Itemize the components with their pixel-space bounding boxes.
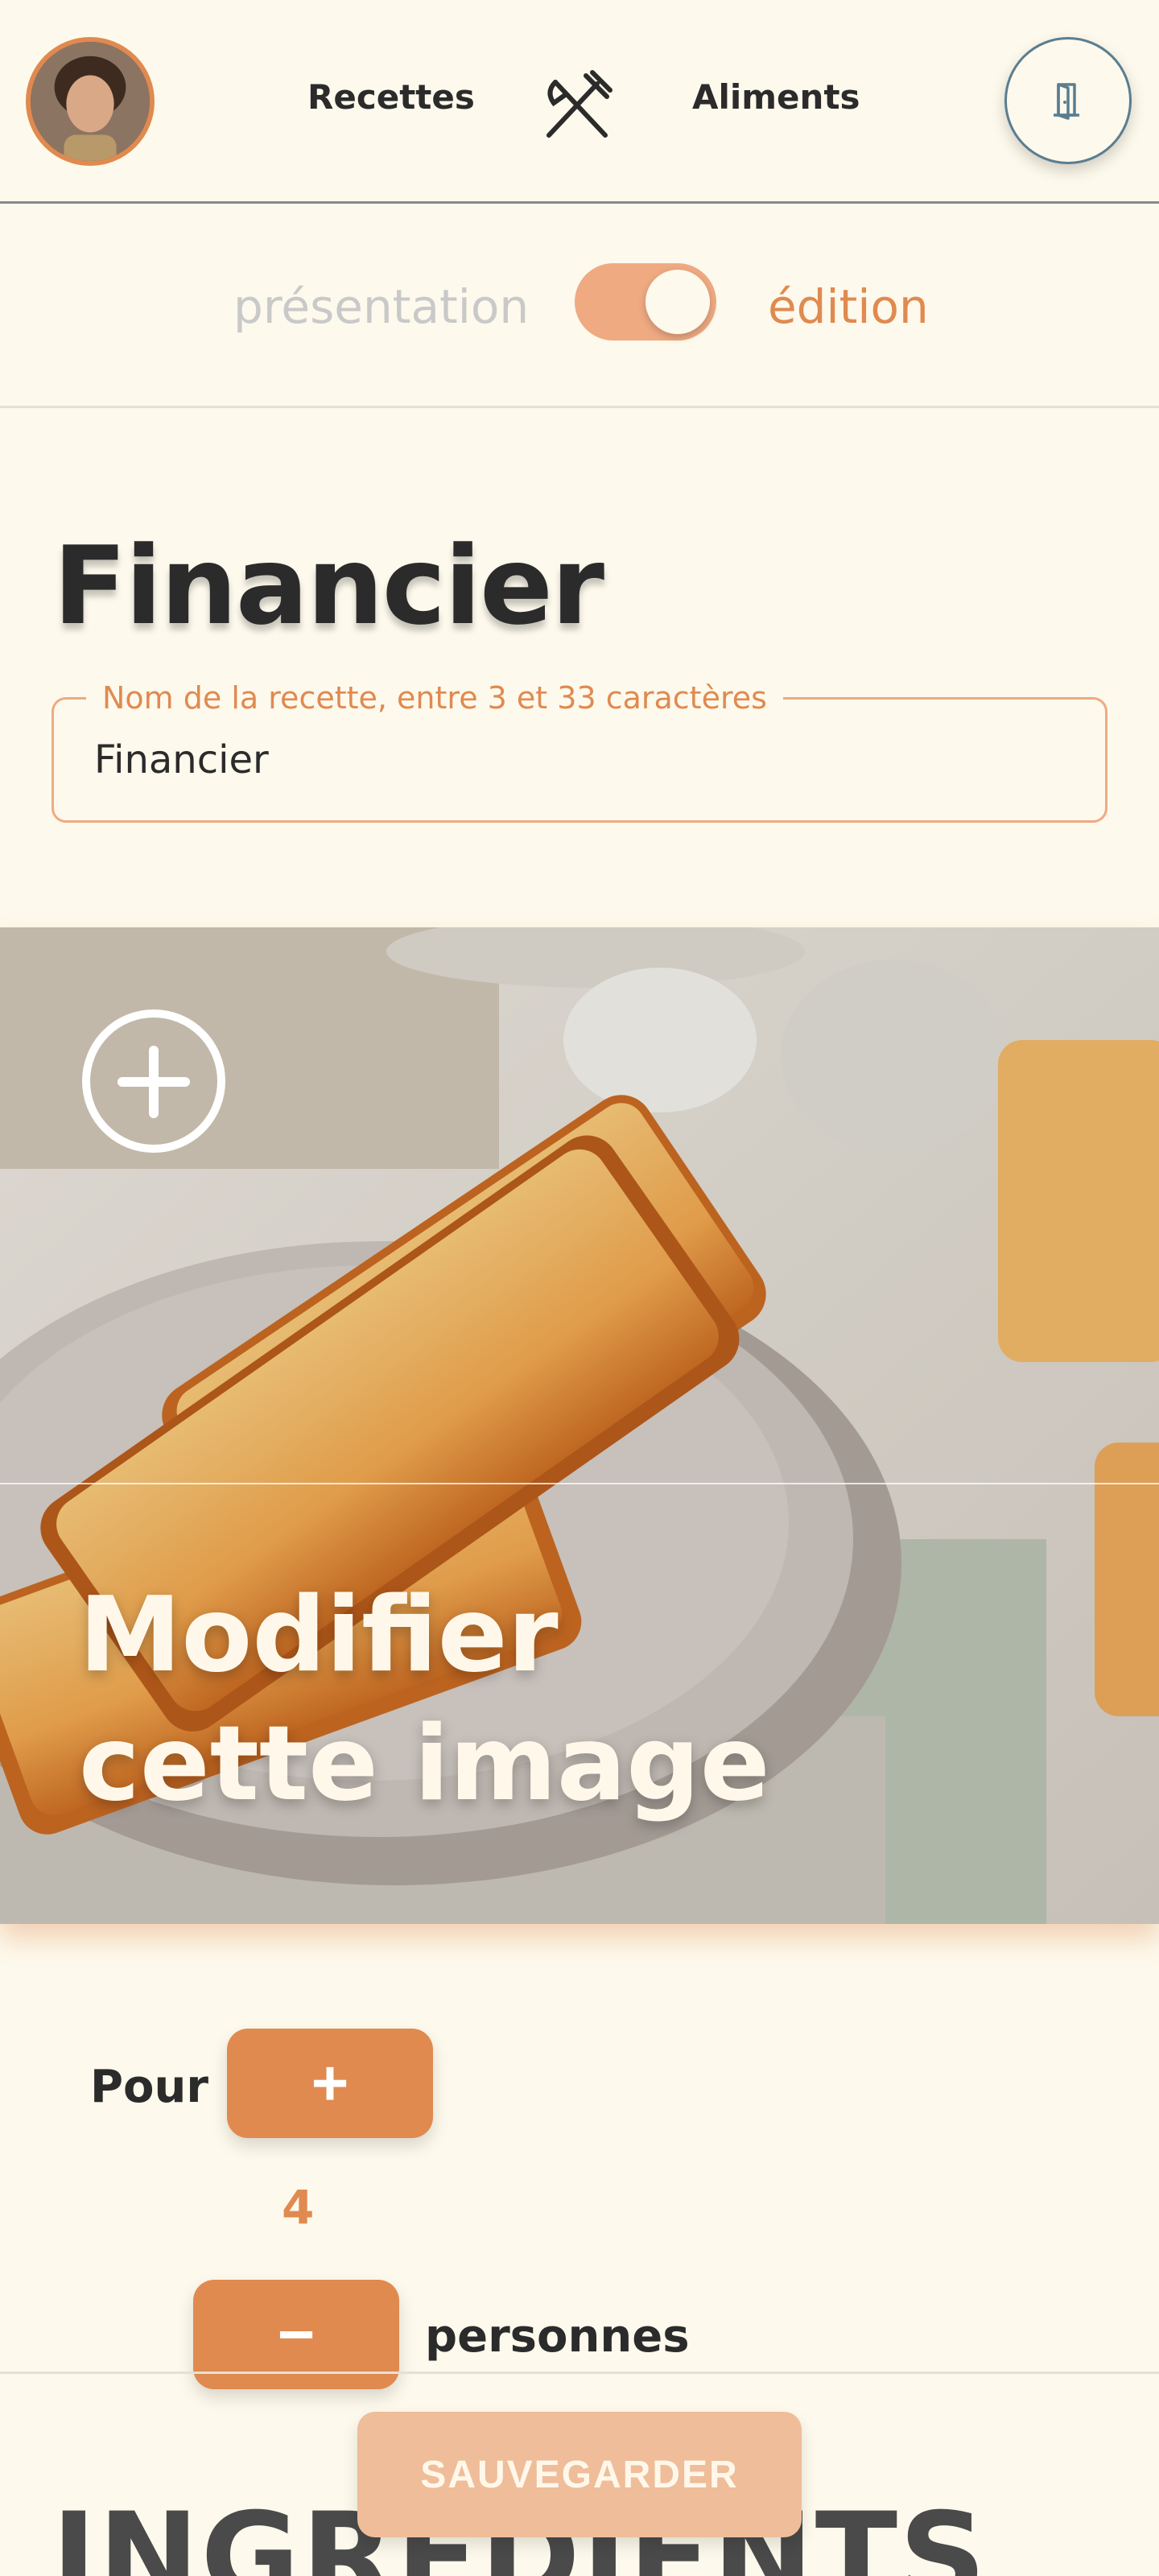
mode-toggle-switch[interactable] <box>575 263 716 341</box>
door-exit-icon <box>1054 83 1079 120</box>
increase-servings-button[interactable]: + <box>227 2029 433 2138</box>
toggle-knob <box>645 270 710 334</box>
recipe-name-label: Nom de la recette, entre 3 et 33 caractè… <box>86 680 783 716</box>
recipe-image[interactable]: Modifier cette image <box>0 927 1159 1924</box>
nav-aliments-link[interactable]: Aliments <box>692 77 860 117</box>
app-header: Recettes Aliments <box>0 0 1159 204</box>
logout-button[interactable] <box>1004 37 1132 164</box>
edit-image-label[interactable]: Modifier cette image <box>79 1571 803 1829</box>
utensils-crossed-icon[interactable] <box>538 68 615 145</box>
avatar-image <box>31 42 150 161</box>
mode-presentation-label[interactable]: présentation <box>233 279 529 334</box>
mode-edition-label[interactable]: édition <box>768 279 929 334</box>
recipe-title: Financier <box>53 523 604 649</box>
mode-toggle-bar: présentation édition <box>0 204 1159 408</box>
recipe-name-field: Nom de la recette, entre 3 et 33 caractè… <box>52 680 1107 823</box>
user-avatar[interactable] <box>26 37 155 166</box>
image-divider <box>0 1483 1159 1484</box>
add-image-button[interactable] <box>82 1009 225 1153</box>
save-button[interactable]: SAUVEGARDER <box>357 2412 802 2537</box>
recipe-name-input[interactable] <box>94 732 1060 788</box>
servings-unit-label: personnes <box>425 2310 690 2363</box>
section-divider <box>0 2372 1159 2374</box>
nav-recettes-link[interactable]: Recettes <box>307 77 475 117</box>
servings-pour-label: Pour <box>90 2061 208 2113</box>
servings-count: 4 <box>282 2180 315 2235</box>
